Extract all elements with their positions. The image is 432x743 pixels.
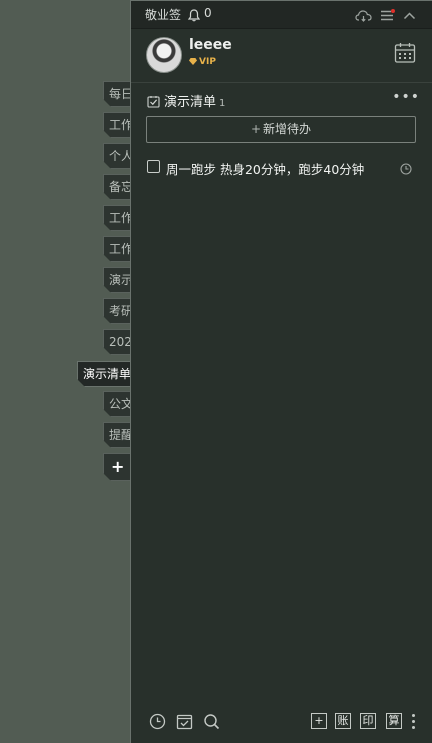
diamond-icon [189,58,197,65]
tab-daily[interactable]: 每日 [103,81,131,107]
checklist-icon [147,93,160,112]
calendar-icon[interactable] [394,42,416,68]
username: leeee [189,37,232,53]
tab-personal[interactable]: 个人 [103,143,131,169]
calculator-button[interactable]: 算 [386,713,402,729]
avatar[interactable] [146,37,182,73]
plus-icon: + [250,122,262,136]
tab-202[interactable]: 202 [103,329,131,355]
bell-icon[interactable] [187,7,201,26]
todo-checkbox[interactable] [147,160,160,173]
add-todo-button[interactable]: + 新增待办 [146,116,416,143]
list-title: 演示清单 1 [164,91,225,110]
todo-text[interactable]: 周一跑步 热身20分钟，跑步40分钟 [166,159,364,178]
tab-work-2[interactable]: 工作 [103,205,131,231]
more-vertical-icon[interactable] [412,714,415,732]
main-panel: 敬业签 0 leeee VIP 演示清单 1 ••• + 新增待办 周一跑步 热身2… [130,0,432,743]
tab-document[interactable]: 公文 [103,391,131,417]
add-tab-button[interactable]: + [103,453,131,481]
tab-work-3[interactable]: 工作 [103,236,131,262]
title-bar[interactable]: 敬业签 0 [131,1,432,29]
app-name: 敬业签 [145,8,182,22]
tab-work-1[interactable]: 工作 [103,112,131,138]
todo-item[interactable]: 周一跑步 热身20分钟，跑步40分钟 [147,159,417,178]
completed-tasks-icon[interactable] [176,713,193,734]
tab-reminder[interactable]: 提醒 [103,422,131,448]
print-button[interactable]: 印 [360,713,376,729]
more-options-icon[interactable]: ••• [392,90,420,104]
vip-badge: VIP [189,57,216,67]
menu-icon[interactable] [380,7,395,26]
add-todo-label: 新增待办 [263,122,312,136]
history-icon[interactable] [149,713,166,734]
vip-label: VIP [199,57,216,67]
bottom-toolbar: + 账 印 算 [131,709,432,737]
account-button[interactable]: 账 [335,713,351,729]
tab-demo-list-active[interactable]: 演示清单 [77,361,131,387]
clock-icon[interactable] [400,160,412,179]
tab-exam[interactable]: 考研 [103,298,131,324]
tab-memo[interactable]: 备忘 [103,174,131,200]
notification-count: 0 [204,6,212,20]
list-title-text: 演示清单 [164,95,217,110]
cloud-sync-icon[interactable] [355,7,372,26]
add-button[interactable]: + [311,713,327,729]
list-header: 演示清单 1 ••• [147,90,420,112]
user-profile: leeee VIP [131,28,432,83]
collapse-icon[interactable] [403,7,416,26]
list-count: 1 [219,98,226,109]
search-icon[interactable] [203,713,220,734]
tab-demo-1[interactable]: 演示 [103,267,131,293]
